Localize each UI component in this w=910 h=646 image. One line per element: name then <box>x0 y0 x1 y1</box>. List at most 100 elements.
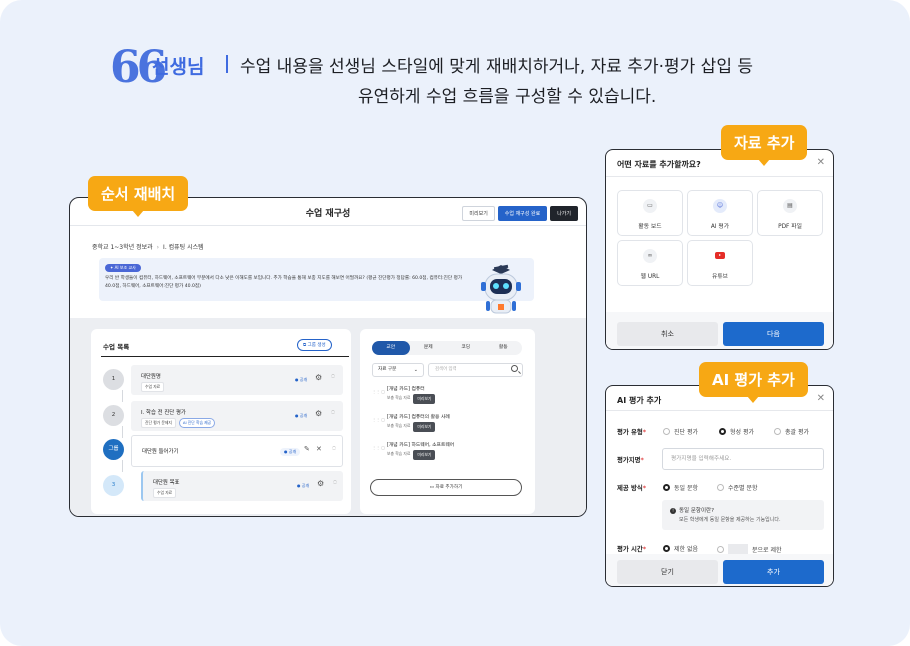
lesson-row-tags: 수업 자료 <box>141 382 165 392</box>
material-result-tags: 보충 학습 자료 미리보기 <box>387 450 436 460</box>
ai-diagnosis-chip: AI 진단 학습 제공 <box>178 418 216 428</box>
radio-same-items[interactable]: 동일 문항 <box>663 483 698 492</box>
gear-icon[interactable]: ⚙ <box>315 409 322 418</box>
drag-handle-icon[interactable]: ⋮⋮ ▢ <box>372 445 385 450</box>
visibility-status[interactable]: ● 공개 <box>297 483 309 489</box>
reorder-arrows-icon[interactable]: ︿ ﹀ <box>331 371 335 381</box>
tab-coding[interactable]: 코딩 <box>447 341 485 355</box>
radio-selected-icon <box>663 545 670 552</box>
radio-minute-limit[interactable]: 분으로 제한 <box>717 544 782 554</box>
next-button[interactable]: 다음 <box>723 322 824 346</box>
headline-divider <box>226 55 228 73</box>
minutes-input[interactable] <box>728 544 748 554</box>
group-row-title: 대단원 들어가기 <box>142 449 179 455</box>
youtube-icon <box>713 249 727 263</box>
drag-handle-icon[interactable]: ⋮⋮ ▢ <box>372 389 385 394</box>
info-icon: ! <box>670 508 676 514</box>
option-label: 웹 URL <box>640 274 660 280</box>
material-search-input[interactable]: 검색어 입력 <box>428 363 523 377</box>
lesson-row[interactable]: 대단원명 수업 자료 ● 공개 ⚙ ︿ ﹀ <box>131 365 343 395</box>
material-result[interactable]: ⋮⋮ ▢ [개념 카드] 컴퓨터 보충 학습 자료 미리보기 <box>372 385 522 407</box>
dialog-divider <box>606 410 833 411</box>
reorder-arrows-icon[interactable]: ︿ ﹀ <box>333 477 337 487</box>
option-label: 활동 보드 <box>638 224 662 230</box>
link-icon: ∞ <box>643 249 657 263</box>
lesson-editor-window: 수업 재구성 미리보기 수업 재구성 완료 나가기 중학교 1~3학년 정보과 ›… <box>69 197 587 517</box>
close-icon[interactable]: ✕ <box>817 157 825 168</box>
finish-button[interactable]: 수업 재구성 완료 <box>497 206 548 221</box>
evaluation-name-input[interactable]: 평가지명을 입력해주세요. <box>662 448 824 470</box>
breadcrumb-course[interactable]: 중학교 1~3학년 정보과 <box>92 244 153 251</box>
add-material-dialog-title: 어떤 자료를 추가할까요? <box>617 160 701 169</box>
preview-chip[interactable]: 미리보기 <box>413 450 436 460</box>
radio-leveled-items[interactable]: 수준별 문항 <box>717 483 758 492</box>
radio-icon <box>717 546 724 553</box>
visibility-status[interactable]: ● 공개 <box>295 377 307 383</box>
radio-icon <box>663 428 670 435</box>
gear-icon[interactable]: ⚙ <box>315 373 322 382</box>
visibility-status[interactable]: ● 공개 <box>280 448 301 456</box>
add-material-button[interactable]: ▭ 자료 추가하기 <box>370 479 522 496</box>
file-icon: ▤ <box>783 199 797 213</box>
radio-selected-icon <box>663 484 670 491</box>
option-ai-evaluation[interactable]: ☺ AI 평가 <box>687 190 753 236</box>
search-icon[interactable] <box>511 365 518 372</box>
option-pdf-file[interactable]: ▤ PDF 파일 <box>757 190 823 236</box>
preview-chip[interactable]: 미리보기 <box>413 394 436 404</box>
lesson-row[interactable]: 대단원 목표 수업 자료 ● 공개 ⚙ ︿ ﹀ <box>141 471 343 501</box>
preview-button[interactable]: 미리보기 <box>462 206 495 221</box>
reorder-arrows-icon[interactable]: ︿ ﹀ <box>332 443 336 453</box>
lesson-row[interactable]: I. 학습 전 진단 평가 진단 평가 문제지 AI 진단 학습 제공 ● 공개 … <box>131 401 343 431</box>
add-evaluation-button[interactable]: 추가 <box>723 560 824 584</box>
tab-problems[interactable]: 문제 <box>410 341 448 355</box>
gear-icon[interactable]: ⚙ <box>317 479 324 488</box>
tab-activity[interactable]: 활동 <box>485 341 523 355</box>
add-material-dialog: 어떤 자료를 추가할까요? ✕ ▭ 활동 보드 ☺ AI 평가 ▤ PDF 파일… <box>605 149 834 350</box>
option-activity-board[interactable]: ▭ 활동 보드 <box>617 190 683 236</box>
lesson-row-tags: 진단 평가 문제지 AI 진단 학습 제공 <box>141 418 216 428</box>
material-type-select[interactable]: 자료 구분 ⌄ <box>372 363 424 377</box>
timeline-connector <box>122 460 123 472</box>
option-label: PDF 파일 <box>778 224 802 230</box>
required-mark: * <box>642 545 647 553</box>
evaluation-type-label: 평가 유형* <box>617 428 647 436</box>
callout-add-evaluation: AI 평가 추가 <box>699 362 808 403</box>
required-mark: * <box>640 456 644 464</box>
material-kind: 보충 학습 자료 <box>387 395 411 400</box>
cancel-button[interactable]: 취소 <box>617 322 718 346</box>
drag-handle-icon[interactable]: ⋮⋮ ▢ <box>372 417 385 422</box>
reorder-arrows-icon[interactable]: ︿ ﹀ <box>331 407 335 417</box>
preview-chip[interactable]: 미리보기 <box>413 422 436 432</box>
breadcrumb: 중학교 1~3학년 정보과 › I. 컴퓨팅 시스템 <box>92 242 204 251</box>
radio-formative[interactable]: 형성 평가 <box>719 427 754 436</box>
radio-icon <box>774 428 781 435</box>
radio-summative[interactable]: 총괄 평가 <box>774 427 809 436</box>
option-youtube[interactable]: 유튜브 <box>687 240 753 286</box>
close-icon[interactable]: ✕ <box>817 393 825 404</box>
material-result[interactable]: ⋮⋮ ▢ [개념 카드] 하드웨어, 소프트웨어 보충 학습 자료 미리보기 <box>372 441 522 463</box>
close-icon[interactable]: ✕ <box>316 445 322 453</box>
ai-assistant-badge: ✦ AI 보조 교사 <box>105 264 141 272</box>
material-result[interactable]: ⋮⋮ ▢ [개념 카드] 컴퓨터의 활용 사례 보충 학습 자료 미리보기 <box>372 413 522 435</box>
exit-button[interactable]: 나가기 <box>550 206 578 221</box>
material-tabs: 교안 문제 코딩 활동 <box>372 341 522 355</box>
tab-lesson-plan[interactable]: 교안 <box>372 341 410 355</box>
required-mark: * <box>642 484 647 492</box>
chevron-down-icon: ⌄ <box>413 367 418 373</box>
material-chip: 진단 평가 문제지 <box>141 418 176 428</box>
option-web-url[interactable]: ∞ 웹 URL <box>617 240 683 286</box>
callout-add-material: 자료 추가 <box>721 125 808 166</box>
create-group-button[interactable]: ⧉ 그룹 생성 <box>297 339 332 351</box>
evaluation-time-label: 평가 시간* <box>617 545 647 553</box>
breadcrumb-unit[interactable]: I. 컴퓨팅 시스템 <box>163 244 204 251</box>
lesson-row-title: I. 학습 전 진단 평가 <box>141 410 186 416</box>
radio-no-limit[interactable]: 제한 없음 <box>663 544 698 553</box>
edit-icon[interactable]: ✎ <box>304 445 310 453</box>
group-row[interactable]: 대단원 들어가기 ● 공개 ✎ ✕ ︿ ﹀ <box>131 435 343 467</box>
close-button[interactable]: 닫기 <box>617 560 718 584</box>
required-mark: * <box>642 428 647 436</box>
radio-diagnostic[interactable]: 진단 평가 <box>663 427 698 436</box>
lesson-row-title: 대단원명 <box>141 374 161 380</box>
visibility-status[interactable]: ● 공개 <box>295 413 307 419</box>
robot-mascot-icon <box>481 264 521 314</box>
